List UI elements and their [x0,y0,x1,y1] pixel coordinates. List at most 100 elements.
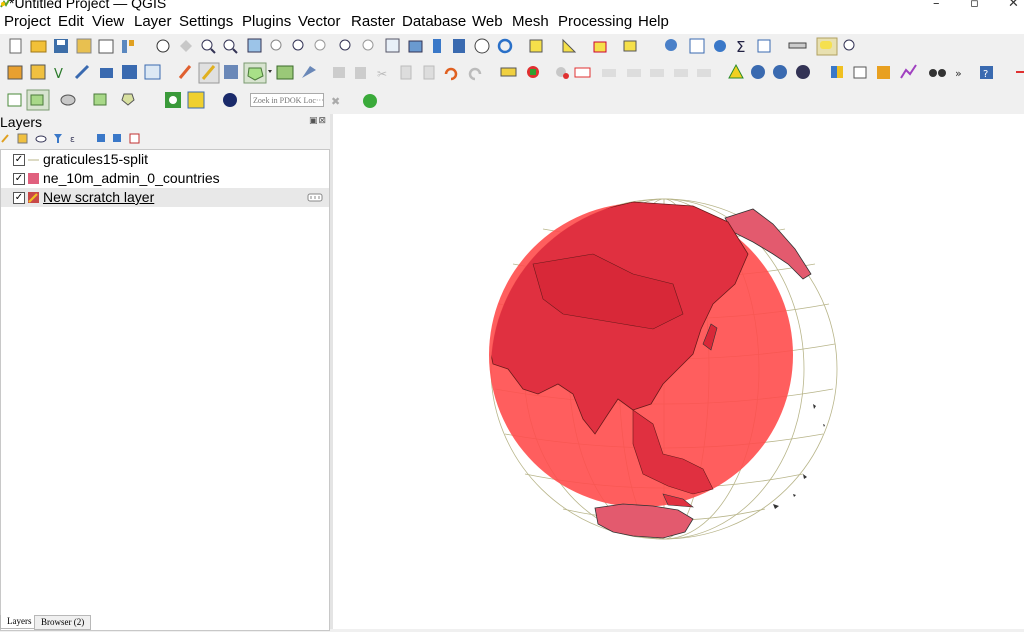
print-layout-icon[interactable] [98,39,114,54]
layer-visibility-checkbox[interactable]: ✓ [13,154,25,166]
style-manager-icon[interactable] [122,40,134,53]
help-icon[interactable]: ? [980,66,993,80]
diagram-tool-icon[interactable] [527,66,539,78]
pin-labels-icon[interactable] [556,67,569,79]
panel-float-close-icon[interactable]: ▣⊠ [309,116,327,126]
geocode-icon[interactable] [796,65,810,79]
new-project-icon[interactable] [9,38,22,54]
menu-edit[interactable]: Edit [58,13,84,30]
deselect-icon[interactable] [593,41,607,53]
circle-tool-icon[interactable] [121,93,135,106]
layer-visibility-checkbox[interactable]: ✓ [13,173,25,185]
menu-help[interactable]: Help [638,13,669,30]
menu-raster[interactable]: Raster [351,13,395,30]
pdok-search-input[interactable]: Zoek in PDOK Loc··· [250,93,324,107]
current-edits-icon[interactable] [178,65,192,79]
advanced-digitize-icon[interactable] [26,89,50,111]
zoom-to-layer-icon[interactable] [292,39,304,51]
attribute-table-icon[interactable] [689,38,705,54]
panel-toggle-icon[interactable] [877,66,890,79]
refresh-icon[interactable] [497,38,513,54]
map-tips-icon[interactable] [816,37,838,56]
style-panel-icon[interactable] [1,134,9,143]
show-unplaced-labels-icon[interactable] [697,69,711,77]
label-tool-icon[interactable] [500,67,517,77]
open-project-icon[interactable] [30,40,47,53]
new-shapefile-icon[interactable]: V [54,67,63,82]
remove-layer-icon[interactable] [129,133,140,144]
save-edits-icon[interactable] [224,65,238,79]
menu-vector[interactable]: Vector [298,13,341,30]
menu-view[interactable]: View [92,13,124,30]
gps-icon[interactable] [728,63,744,79]
model-designer-icon[interactable] [187,91,205,109]
bookmarks-icon[interactable] [453,39,465,53]
move-label-icon[interactable] [602,69,616,77]
new-scratch-layer-icon[interactable] [74,64,90,80]
more-tools-icon[interactable]: » [955,67,962,80]
add-vector-icon[interactable] [144,64,161,80]
add-raster-icon[interactable] [122,65,137,79]
tab-layers[interactable]: Layers [0,615,39,629]
delete-feature-icon[interactable] [355,67,366,79]
move-selection-icon[interactable] [623,40,637,52]
highlight-labels-icon[interactable] [574,67,591,78]
cut-features-icon[interactable]: ✂ [377,67,387,81]
manage-visibility-icon[interactable] [35,135,47,143]
rotate-label-icon[interactable] [627,69,641,77]
undo-icon[interactable] [444,67,458,81]
change-label-icon[interactable] [650,69,664,77]
paste-features-icon[interactable] [423,65,435,80]
zoom-native-icon[interactable] [314,39,326,51]
measure-icon[interactable] [788,42,807,49]
select-features-icon[interactable] [529,39,543,53]
pdok-logo-icon[interactable] [223,93,237,107]
python-console-icon[interactable] [831,66,843,78]
processing-toolbox-icon[interactable] [165,92,181,108]
maximize-button[interactable]: ▫ [970,0,979,11]
layout-manager-icon[interactable] [853,66,867,79]
temporal-controller-icon[interactable] [433,39,441,53]
save-project-icon[interactable] [54,39,68,53]
menu-processing[interactable]: Processing [558,13,632,30]
new-geopackage-icon[interactable] [30,64,46,80]
menu-layer[interactable]: Layer [134,13,172,30]
layer-row-countries[interactable]: ✓ ne_10m_admin_0_countries [1,169,329,188]
label-properties-icon[interactable] [674,69,688,77]
layer-visibility-checkbox[interactable]: ✓ [13,192,25,204]
table-icon[interactable] [757,39,771,53]
clear-search-icon[interactable]: ✖ [331,95,340,108]
modify-attributes-icon[interactable] [302,66,316,78]
menu-settings[interactable]: Settings [179,13,233,30]
copy-features-icon[interactable] [400,65,412,80]
binoculars-icon[interactable] [929,69,946,77]
menu-mesh[interactable]: Mesh [512,13,549,30]
delete-selected-icon[interactable] [333,67,345,78]
text-annotation-icon[interactable] [843,39,855,51]
vertex-tool-icon[interactable] [276,65,294,80]
filter-legend-icon[interactable] [54,134,62,143]
collapse-all-icon[interactable] [113,134,121,142]
profile-tool-icon[interactable] [900,64,917,79]
pan-to-selection-icon[interactable] [180,40,192,52]
editing-indicator-icon[interactable] [307,192,323,203]
add-group-icon[interactable] [17,133,28,144]
new-map-view-icon[interactable] [385,38,400,53]
zoom-last-icon[interactable] [339,39,351,51]
new-3d-map-icon[interactable] [408,40,423,53]
expand-all-icon[interactable] [97,134,105,142]
identify-icon[interactable] [665,39,677,51]
menu-database[interactable]: Database [402,13,466,30]
zoom-next-icon[interactable] [362,39,374,51]
clock-icon[interactable] [474,38,490,54]
data-source-manager-icon[interactable] [7,65,23,80]
select-by-value-icon[interactable] [562,38,577,53]
digitize-dropdown-icon[interactable] [268,70,272,73]
close-window-button[interactable]: ✕ [1008,0,1019,11]
snapping-icon[interactable] [7,93,22,107]
share-icon[interactable] [363,94,377,108]
menu-web[interactable]: Web [472,13,503,30]
toggle-editing-icon[interactable] [198,62,220,84]
layer-row-graticules[interactable]: ✓ graticules15-split [1,150,329,169]
shape-tool-icon[interactable] [60,94,76,106]
